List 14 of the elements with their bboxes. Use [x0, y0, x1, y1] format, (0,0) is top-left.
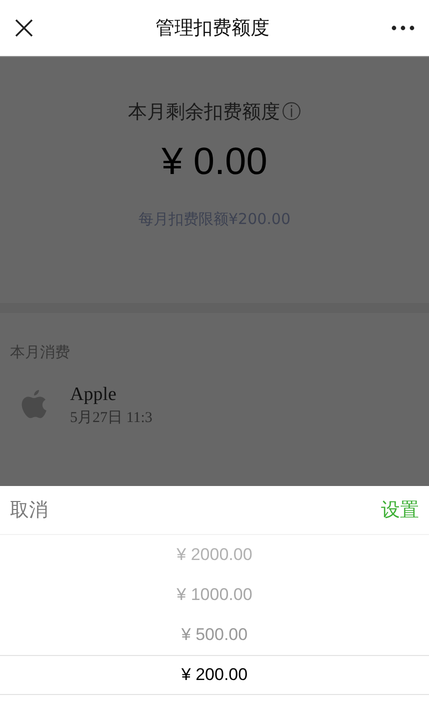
- picker-option[interactable]: ¥ 200.00: [0, 655, 429, 695]
- transaction-time: 5月27日 11:3: [70, 409, 152, 427]
- close-icon[interactable]: [14, 18, 34, 38]
- merchant-name: Apple: [70, 384, 118, 406]
- page-title: 管理扣费额度: [156, 16, 270, 41]
- more-icon[interactable]: [391, 25, 415, 31]
- cancel-button[interactable]: 取消: [10, 497, 48, 523]
- info-icon[interactable]: ⓘ: [282, 99, 301, 125]
- remaining-amount: ¥ 0.00: [162, 141, 268, 184]
- picker-option[interactable]: ¥ 1000.00: [0, 575, 429, 615]
- quota-label: 本月剩余扣费额度: [128, 100, 280, 125]
- set-button[interactable]: 设置: [381, 497, 419, 523]
- picker-option[interactable]: ¥ 500.00: [0, 615, 429, 655]
- picker-option[interactable]: ¥ 2000.00: [0, 535, 429, 575]
